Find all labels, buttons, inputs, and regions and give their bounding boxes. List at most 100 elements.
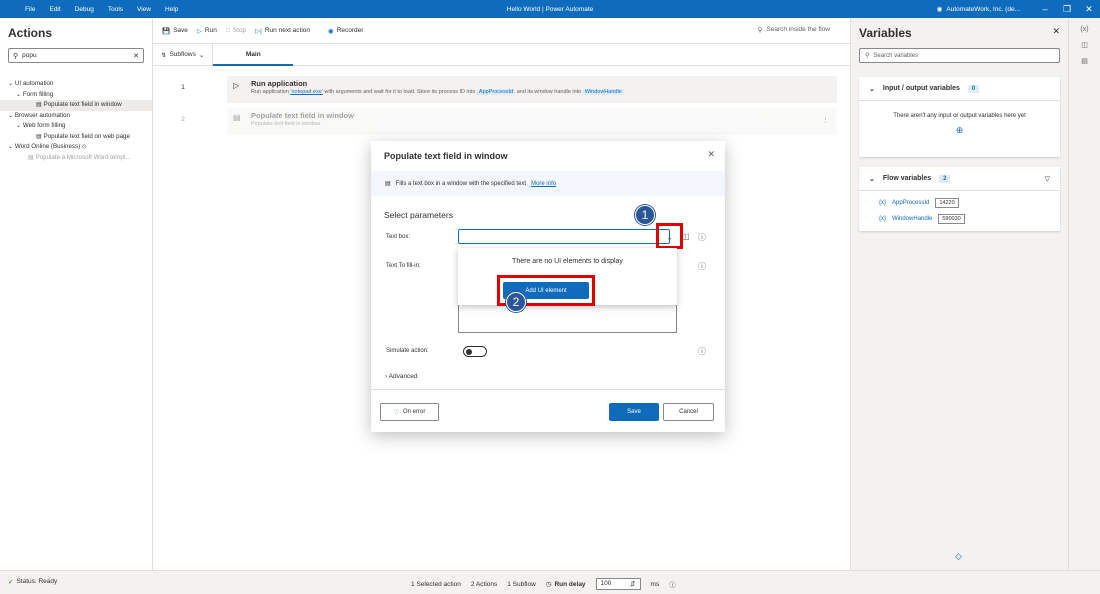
variable-tag[interactable]: AppProcessId — [476, 89, 516, 95]
fillin-label: Text To fill-in: — [386, 263, 421, 269]
run-delay-input[interactable]: 100 ⇵ — [595, 578, 641, 590]
org-selector[interactable]: ◉ AutomateWork, Inc. (de... — [937, 5, 1020, 14]
menu-tools[interactable]: Tools — [108, 6, 123, 13]
info-icon[interactable]: ⓘ — [669, 579, 676, 589]
textbox-selector-input[interactable] — [458, 229, 670, 244]
io-variables-section: ⌄ Input / output variables 0 There aren't … — [859, 77, 1060, 157]
menu-view[interactable]: View — [137, 6, 151, 13]
tab-main[interactable]: Main — [213, 44, 294, 66]
stop-button[interactable]: □ Stop — [226, 27, 246, 34]
variables-icon[interactable]: (x) — [1080, 26, 1088, 33]
subflows-dropdown[interactable]: ↯ Subflows ⌄ — [153, 43, 214, 66]
layers-icon[interactable]: ◫ — [682, 232, 690, 241]
clock-icon: ◷ — [545, 581, 552, 588]
tree-item-word-online[interactable]: ⌄ Word Online (Business) ◇ — [0, 142, 152, 153]
simulate-label: Simulate action: — [386, 348, 429, 354]
menu-edit[interactable]: Edit — [49, 6, 60, 13]
menu-debug[interactable]: Debug — [75, 6, 94, 13]
variables-title: Variables — [859, 26, 912, 40]
diamond-icon: ◇ — [81, 143, 87, 150]
tree-item-ui-automation[interactable]: ⌄ UI automation — [0, 79, 152, 90]
cancel-button[interactable]: Cancel — [663, 403, 714, 421]
step-title: Populate text field in window — [251, 111, 354, 120]
more-icon[interactable]: ⋮ — [822, 116, 829, 124]
variable-icon: {x} — [879, 200, 887, 206]
info-icon[interactable]: ⓘ — [698, 261, 706, 272]
desc-part: with arguments and wait for it to load. … — [322, 89, 477, 95]
fillin-textarea[interactable] — [458, 305, 677, 333]
on-error-button[interactable]: ♡ On error — [380, 403, 439, 421]
variable-value: 14220 — [935, 198, 959, 208]
run-next-button[interactable]: ▷| Run next action — [255, 27, 310, 35]
status: ✓ Status: Ready — [8, 578, 57, 586]
variables-search-input[interactable]: ⚲ Search variables — [859, 48, 1060, 63]
close-icon[interactable]: ✕ — [707, 149, 715, 160]
save-label: Save — [173, 27, 188, 34]
tree-item-word-template[interactable]: ▤ Populate a Microsoft Word templ... — [0, 153, 152, 164]
chevron-down-icon: ⌄ — [869, 175, 875, 183]
tree-item-browser-automation[interactable]: ⌄ Browser automation — [0, 111, 152, 122]
layers-icon[interactable]: ◫ — [1081, 41, 1088, 49]
tree-label: Browser automation — [14, 111, 70, 119]
variable-row[interactable]: {x} WindowHandle 590030 — [859, 211, 1060, 227]
simulate-toggle[interactable] — [463, 346, 487, 357]
chevron-down-icon: ⌄ — [8, 111, 14, 119]
variable-row[interactable]: {x} AppProcessId 14220 — [859, 195, 1060, 211]
chevron-down-icon: ⌄ — [16, 122, 22, 129]
info-icon[interactable]: ⓘ — [698, 232, 706, 243]
chevron-right-icon: › — [385, 373, 388, 380]
chevron-down-icon: ⌄ — [198, 51, 205, 59]
minimize-icon[interactable]: – — [1034, 4, 1056, 14]
info-icon[interactable]: ⓘ — [698, 346, 706, 357]
tree-item-form-filling[interactable]: ⌄ Form filling — [0, 90, 152, 101]
subflows-label: Subflows — [169, 51, 196, 58]
clear-icon[interactable]: ✕ — [133, 52, 139, 60]
step-populate-text-field[interactable]: 2 ▤ Populate text field in window Popula… — [181, 108, 837, 135]
record-icon: ◉ — [328, 27, 334, 35]
actions-search-input[interactable]: ⚲ popu ✕ — [8, 48, 144, 63]
variable-tag[interactable]: WindowHandle — [582, 89, 624, 95]
add-variable-icon[interactable]: ⊕ — [859, 125, 1060, 136]
flow-search[interactable]: ⚲ Search inside the flow — [758, 26, 830, 34]
tree-item-populate-text-field-web[interactable]: ▤ Populate text field on web page — [0, 132, 152, 143]
variables-panel: Variables ✕ ⚲ Search variables ⌄ Input / ou… — [850, 18, 1068, 570]
advanced-toggle[interactable]: › Advanced — [385, 373, 418, 380]
populate-text-field-dialog: Populate text field in window ✕ ▤ Fills … — [371, 141, 725, 432]
eraser-icon[interactable]: ◇ — [955, 551, 962, 562]
variable-icon: {x} — [879, 216, 887, 222]
more-info-link[interactable]: More info — [531, 181, 556, 187]
textbox-icon: ▤ — [36, 101, 42, 108]
restore-icon[interactable]: ❐ — [1056, 4, 1078, 15]
step-run-application[interactable]: 1 ▷ Run application Run application 'not… — [181, 76, 837, 103]
images-icon[interactable]: ▤ — [1081, 57, 1088, 65]
filter-icon[interactable]: ▽ — [1045, 175, 1050, 183]
variables-search-placeholder: Search variables — [873, 52, 919, 59]
io-variables-header[interactable]: ⌄ Input / output variables 0 — [859, 77, 1060, 101]
search-icon: ⚲ — [13, 52, 19, 60]
tree-item-populate-text-field-window[interactable]: ▤ Populate text field in window — [0, 100, 152, 111]
chevron-down-icon: ⌄ — [869, 85, 875, 93]
search-icon: ⚲ — [865, 53, 870, 59]
tree-item-web-form-filling[interactable]: ⌄ Web form filling — [0, 121, 152, 132]
menu-file[interactable]: File — [25, 6, 35, 13]
step-icon: ▷| — [255, 27, 262, 35]
step-title: Run application — [251, 79, 308, 88]
check-circle-icon: ✓ — [8, 579, 14, 586]
step-number: 2 — [181, 116, 185, 123]
close-icon[interactable]: ✕ — [1052, 26, 1060, 40]
search-icon: ⚲ — [757, 27, 763, 34]
menu-help[interactable]: Help — [165, 6, 178, 13]
recorder-button[interactable]: ◉ Recorder — [328, 27, 363, 35]
play-icon: ▷ — [233, 81, 240, 90]
description-text: Fills a text box in a window with the sp… — [395, 180, 527, 187]
spinner-icon[interactable]: ⇵ — [630, 580, 635, 588]
dialog-title: Populate text field in window — [384, 151, 508, 161]
callout-2: 2 — [506, 292, 526, 312]
save-button[interactable]: 💾 Save — [162, 27, 188, 35]
flow-variables-header[interactable]: ⌄ Flow variables 2 ▽ — [859, 167, 1060, 191]
run-button[interactable]: ▷ Run — [197, 27, 217, 35]
save-button[interactable]: Save — [609, 403, 659, 421]
actions-title: Actions — [8, 26, 53, 40]
actions-count: 2 Actions — [470, 580, 498, 588]
close-icon[interactable]: ✕ — [1078, 4, 1100, 15]
